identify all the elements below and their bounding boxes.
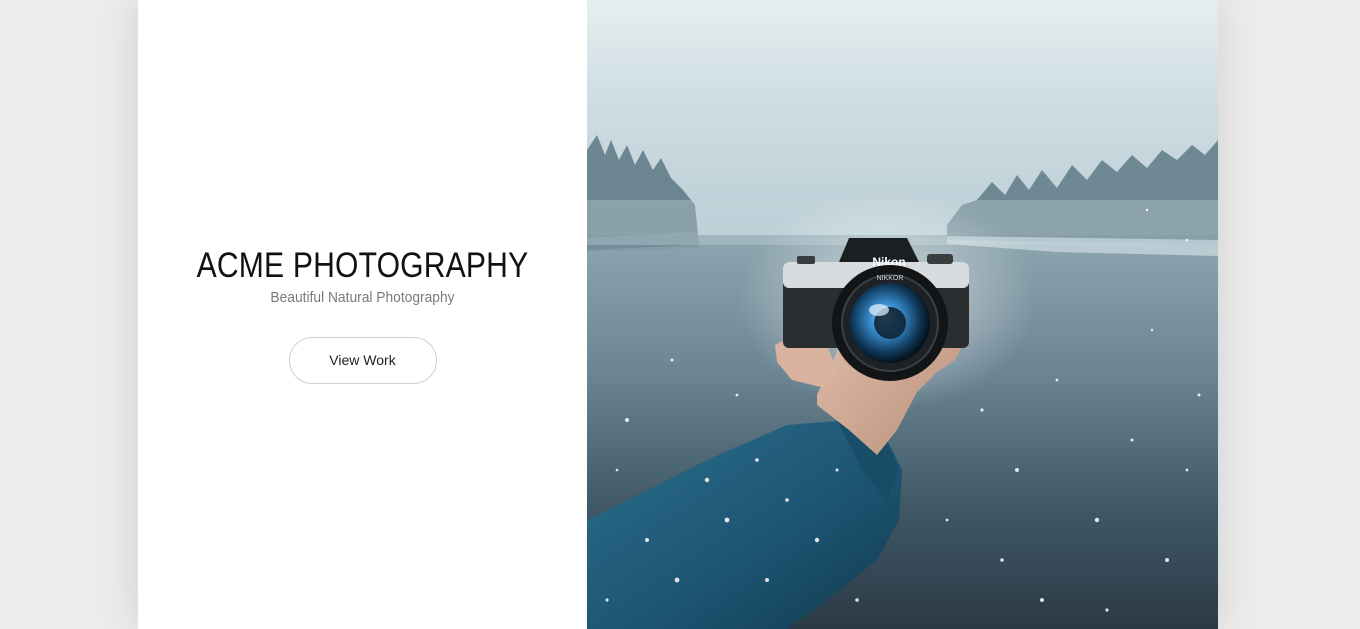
intro-content: ACME PHOTOGRAPHY Beautiful Natural Photo… (138, 244, 587, 384)
hero-photo: Nikon NIKKOR (587, 0, 1218, 629)
site-title: ACME PHOTOGRAPHY (196, 246, 529, 285)
lens-label: NIKKOR (877, 275, 904, 282)
intro-panel: ACME PHOTOGRAPHY Beautiful Natural Photo… (138, 0, 587, 629)
page-shell: ACME PHOTOGRAPHY Beautiful Natural Photo… (138, 0, 1218, 629)
view-work-button[interactable]: View Work (288, 337, 437, 384)
hero-photo-panel: Nikon NIKKOR (587, 0, 1218, 629)
site-subtitle: Beautiful Natural Photography (270, 289, 455, 306)
